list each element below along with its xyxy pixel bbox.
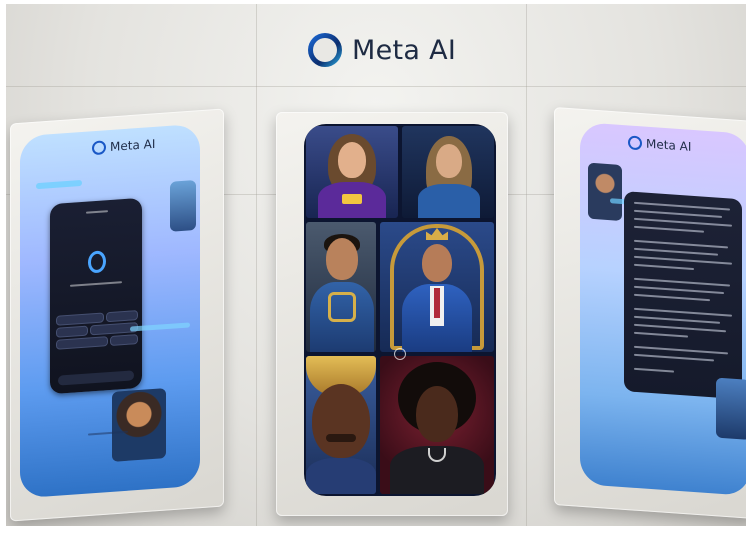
meta-ai-ring-icon [628, 135, 642, 151]
left-screen-wordmark: Meta AI [110, 136, 156, 154]
portrait-tile [402, 126, 494, 218]
face [436, 144, 462, 178]
response-line [634, 331, 688, 338]
meta-ai-ring-icon [308, 33, 342, 67]
wall-seam [256, 4, 257, 526]
indicator-dot-icon [394, 348, 406, 360]
tie [434, 288, 440, 318]
status-line [86, 210, 108, 214]
response-line [634, 209, 722, 218]
response-line [634, 255, 732, 265]
response-line [634, 217, 732, 227]
response-line [634, 307, 732, 317]
response-line [634, 315, 720, 324]
chat-response-card [624, 191, 742, 400]
portrait-tile [306, 222, 376, 352]
response-line [634, 201, 730, 211]
face [422, 244, 452, 282]
response-line [634, 225, 704, 233]
right-screen-logo: Meta AI [628, 135, 692, 154]
prompt-line [70, 281, 122, 287]
suggestion-chip[interactable] [56, 325, 88, 338]
response-line [634, 345, 728, 355]
suggestion-chip[interactable] [110, 334, 138, 346]
response-line [634, 263, 694, 271]
photo-scene: Meta AI Meta AI Meta AI [6, 4, 746, 526]
face [338, 142, 366, 178]
response-line [634, 277, 730, 287]
response-line [634, 353, 714, 362]
portrait-tile [380, 356, 494, 494]
image-thumbnail [170, 179, 196, 232]
accent-bar [36, 179, 82, 190]
response-line [634, 247, 718, 256]
meta-ai-ring-icon [92, 140, 106, 156]
face [326, 238, 358, 280]
meta-ai-ring-icon [88, 250, 106, 274]
face [416, 386, 458, 442]
wall-seam [6, 86, 746, 87]
costume [418, 184, 480, 218]
image-thumbnail [716, 377, 746, 440]
portrait-thumbnail [588, 162, 622, 221]
costume [306, 458, 376, 494]
center-phone-screen [304, 124, 496, 496]
wall-seam [526, 4, 527, 526]
response-line [634, 293, 710, 302]
beard [326, 434, 356, 442]
face [312, 384, 370, 458]
response-line [634, 367, 674, 373]
emblem [342, 194, 362, 204]
portrait-tile [306, 126, 398, 218]
response-line [634, 285, 724, 295]
right-screen-wordmark: Meta AI [646, 136, 692, 154]
suggestion-chip[interactable] [106, 310, 138, 323]
left-screen-logo: Meta AI [92, 136, 156, 156]
portrait-tile [306, 356, 376, 494]
message-input[interactable] [58, 370, 134, 386]
right-phone-screen: Meta AI [580, 122, 746, 496]
chat-start-screen [50, 197, 142, 395]
suggestion-chip[interactable] [56, 336, 108, 350]
portrait-thumbnail [112, 388, 166, 462]
response-line [634, 323, 726, 333]
response-line [634, 239, 728, 249]
meta-ai-logo: Meta AI [308, 30, 456, 70]
logo-wordmark: Meta AI [352, 34, 457, 66]
left-phone-screen: Meta AI [20, 123, 200, 499]
portrait-tile [380, 222, 494, 352]
suggestion-chip[interactable] [56, 312, 104, 326]
armor-detail [328, 292, 356, 322]
